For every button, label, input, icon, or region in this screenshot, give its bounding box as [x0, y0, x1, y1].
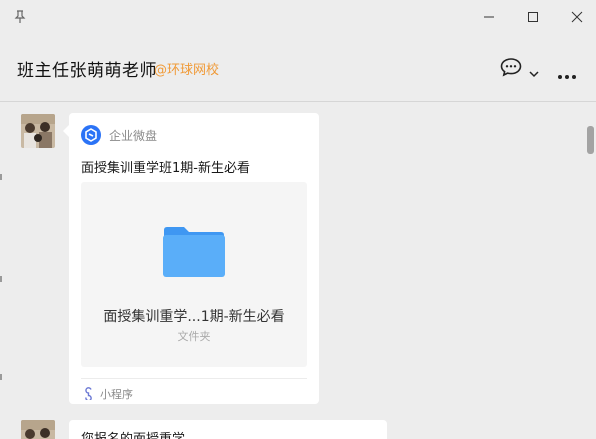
text-message[interactable]: 您报名的面授重学... — [69, 420, 387, 439]
card-title: 面授集训重学班1期-新生必看 — [81, 161, 250, 176]
maximize-button[interactable] — [521, 6, 545, 28]
more-icon[interactable] — [557, 65, 577, 84]
scroll-marker — [0, 276, 2, 282]
chat-title: 班主任张萌萌老师 — [17, 61, 157, 81]
mini-program-card[interactable]: 企业微盘 面授集训重学班1期-新生必看 面授集训重学...1期-新生必看 文件夹… — [69, 113, 319, 404]
close-icon — [571, 11, 583, 23]
message-text: 您报名的面授重学... — [81, 428, 197, 439]
scrollbar-thumb[interactable] — [587, 126, 594, 154]
scroll-marker — [0, 374, 2, 380]
weidisk-logo-icon — [81, 125, 101, 145]
mini-program-icon — [82, 385, 95, 404]
card-divider — [81, 378, 307, 379]
app-name: 企业微盘 — [109, 129, 158, 143]
maximize-icon — [528, 12, 538, 22]
org-tag[interactable]: @环球网校 — [154, 59, 219, 78]
chevron-down-icon[interactable] — [529, 63, 539, 82]
close-button[interactable] — [565, 6, 589, 28]
minimize-icon — [484, 16, 494, 18]
folder-type: 文件夹 — [177, 330, 211, 343]
folder-preview[interactable]: 面授集训重学...1期-新生必看 文件夹 — [81, 182, 307, 367]
scroll-marker — [0, 174, 2, 180]
folder-icon — [162, 226, 226, 282]
message-list[interactable]: 企业微盘 面授集训重学班1期-新生必看 面授集训重学...1期-新生必看 文件夹… — [0, 102, 596, 439]
mini-program-label: 小程序 — [100, 388, 133, 401]
avatar[interactable] — [21, 114, 55, 148]
avatar[interactable] — [21, 420, 55, 439]
chat-bubble-icon[interactable] — [500, 57, 522, 81]
chat-header: 班主任张萌萌老师 @环球网校 — [0, 34, 596, 101]
title-bar — [0, 0, 596, 34]
minimize-button[interactable] — [477, 6, 501, 28]
pin-icon[interactable] — [14, 9, 28, 25]
folder-name: 面授集训重学...1期-新生必看 — [103, 309, 285, 325]
chat-window: 班主任张萌萌老师 @环球网校 企业微盘 面授集训重学班1期-新生必看 面授集训重… — [0, 0, 596, 439]
